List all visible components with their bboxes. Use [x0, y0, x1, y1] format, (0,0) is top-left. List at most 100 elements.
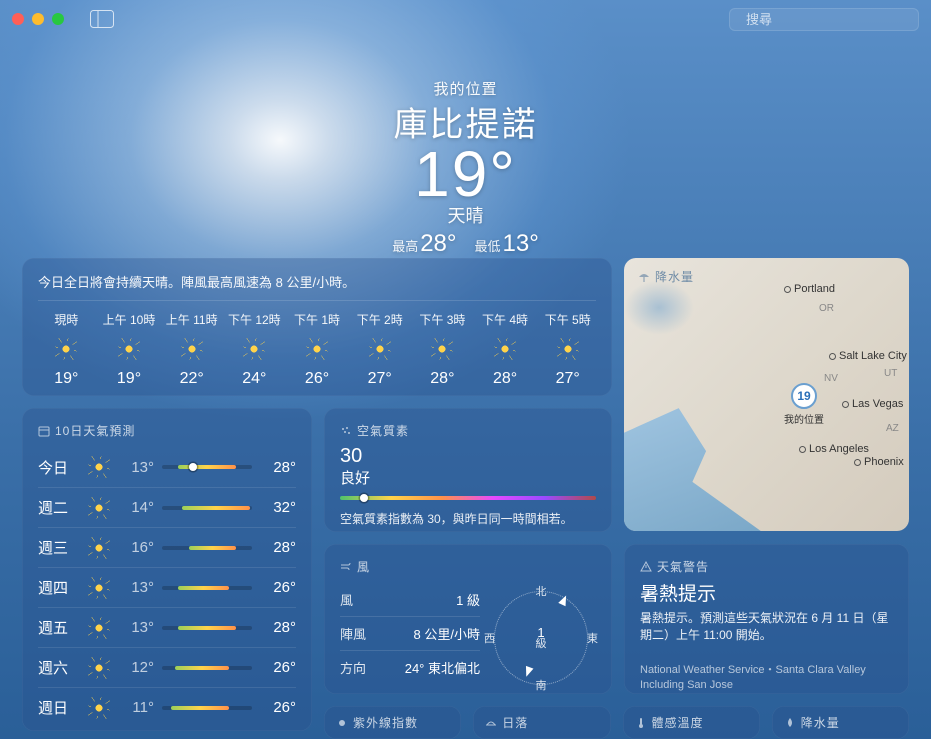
hourly-cell: 下午 3時 28° [414, 311, 471, 388]
low-temp: 13° [118, 619, 154, 636]
hour-temp: 28° [493, 370, 517, 388]
high-group: 最高28° [392, 230, 456, 258]
precipitation-map-card[interactable]: 降水量 Portland Salt Lake City Las Vegas Los A… [624, 258, 909, 531]
hour-temp: 24° [242, 370, 266, 388]
aq-value: 30 [340, 445, 596, 467]
search-field[interactable] [729, 8, 919, 31]
precip-map-title: 降水量 [638, 268, 694, 285]
temp-range-bar [162, 626, 252, 630]
hourly-cell: 上午 10時19° [101, 311, 158, 388]
precipitation-card[interactable]: 降水量 [772, 706, 909, 739]
forecast-row[interactable]: 今日 13° 28° [38, 447, 296, 487]
hourly-summary: 今日全日將會持續天晴。陣風最高風速為 8 公里/小時。 [38, 272, 596, 301]
wind-row: 陣風8 公里/小時 [340, 617, 480, 651]
high-temp: 28° [260, 539, 296, 556]
sunny-icon [557, 338, 579, 360]
wind-card[interactable]: 風 風1 級陣風8 公里/小時方向24° 東北偏北 北 南 東 西 1級 [324, 544, 612, 694]
wind-compass: 北 南 東 西 1級 [486, 583, 596, 693]
hour-temp: 27° [556, 370, 580, 388]
day-label: 週二 [38, 497, 80, 518]
wind-icon [340, 561, 352, 573]
map-city-label: Los Angeles [799, 443, 869, 455]
sunny-icon [306, 338, 328, 360]
temp-range-bar [162, 706, 252, 710]
temp-range-bar [162, 586, 252, 590]
hour-label: 現時 [54, 311, 78, 328]
forecast-row[interactable]: 週二 14° 32° [38, 487, 296, 527]
uv-index-card[interactable]: 紫外線指數 [324, 706, 461, 739]
map-city-label: Portland [784, 283, 835, 295]
forecast-row[interactable]: 週三 16° 28° [38, 527, 296, 567]
temp-range-bar [162, 546, 252, 550]
hour-label: 下午 2時 [357, 311, 403, 328]
wind-row: 方向24° 東北偏北 [340, 651, 480, 684]
hour-label: 下午 12時 [228, 311, 281, 328]
map-background [624, 258, 909, 531]
day-label: 週四 [38, 577, 80, 598]
day-label: 今日 [38, 457, 80, 478]
map-city-label: Salt Lake City [829, 350, 907, 362]
window-minimize-button[interactable] [32, 13, 44, 25]
hourly-cell: 下午 5時27° [539, 311, 596, 388]
hour-temp: 19° [54, 370, 78, 388]
sunny-icon [243, 338, 265, 360]
map-my-location-pin[interactable]: 19 我的位置 [784, 383, 824, 426]
temp-range-bar [162, 465, 252, 469]
forecast-row[interactable]: 週四 13° 26° [38, 567, 296, 607]
weather-alert-card[interactable]: 天氣警告 暑熱提示 暑熱提示。預測這些天氣狀況在 6 月 11 日（星期二）上午… [624, 544, 909, 694]
feels-like-card[interactable]: 體感溫度 [623, 706, 760, 739]
hourly-forecast-card[interactable]: 今日全日將會持續天晴。陣風最高風速為 8 公里/小時。 現時19°上午 10時1… [22, 258, 612, 396]
high-temp: 28° [260, 619, 296, 636]
aq-spectrum [340, 496, 596, 500]
hour-temp: 26° [305, 370, 329, 388]
low-group: 最低13° [475, 230, 539, 258]
map-city-label: Las Vegas [842, 398, 903, 410]
current-temperature: 19° [291, 142, 641, 206]
hour-temp: 28° [430, 370, 454, 388]
low-temp: 11° [118, 699, 154, 716]
high-temp: 26° [260, 659, 296, 676]
hour-temp: 19° [117, 370, 141, 388]
sunny-icon [431, 338, 453, 360]
forecast-row[interactable]: 週五 13° 28° [38, 607, 296, 647]
window-maximize-button[interactable] [52, 13, 64, 25]
map-state-label: NV [824, 373, 838, 384]
hourly-cell: 下午 12時 24° [226, 311, 283, 388]
sunny-icon [88, 497, 110, 519]
wind-row: 風1 級 [340, 583, 480, 617]
alert-source: National Weather Service・Santa Clara Val… [640, 663, 893, 694]
sunny-icon [88, 537, 110, 559]
forecast-row[interactable]: 週六 12° 26° [38, 647, 296, 687]
hourly-cell: 下午 4時28° [477, 311, 534, 388]
sun-icon [336, 717, 348, 729]
ten-day-forecast-card[interactable]: 10日天氣預測 今日 13° 28°週二 14° 32°週三 16° 28°週四… [22, 408, 312, 731]
hourly-cell: 上午 11時22° [163, 311, 220, 388]
low-temp: 12° [118, 659, 154, 676]
day-label: 週五 [38, 617, 80, 638]
hour-label: 下午 3時 [419, 311, 465, 328]
search-input[interactable] [746, 12, 922, 27]
temp-range-bar [162, 666, 252, 670]
my-location-label: 我的位置 [291, 78, 641, 99]
low-temp: 14° [118, 499, 154, 516]
sunny-icon [55, 338, 77, 360]
current-condition: 天晴 [291, 202, 641, 228]
sidebar-toggle-button[interactable] [90, 10, 114, 28]
window-close-button[interactable] [12, 13, 24, 25]
air-quality-title: 空氣質素 [340, 422, 596, 439]
sunset-card[interactable]: 日落 [473, 706, 610, 739]
hourly-cell: 下午 2時 27° [351, 311, 408, 388]
forecast-row[interactable]: 週日 11° 26° [38, 687, 296, 727]
sunny-icon [88, 617, 110, 639]
hour-temp: 27° [368, 370, 392, 388]
aq-icon [340, 425, 352, 437]
sunny-icon [118, 338, 140, 360]
thermometer-icon [635, 717, 647, 729]
day-label: 週六 [38, 657, 80, 678]
wind-title: 風 [340, 558, 596, 575]
alert-title: 天氣警告 [640, 558, 893, 575]
sunset-icon [485, 717, 497, 729]
warning-icon [640, 561, 652, 573]
high-temp: 26° [260, 579, 296, 596]
air-quality-card[interactable]: 空氣質素 30 良好 空氣質素指數為 30，與昨日同一時間相若。 [324, 408, 612, 532]
